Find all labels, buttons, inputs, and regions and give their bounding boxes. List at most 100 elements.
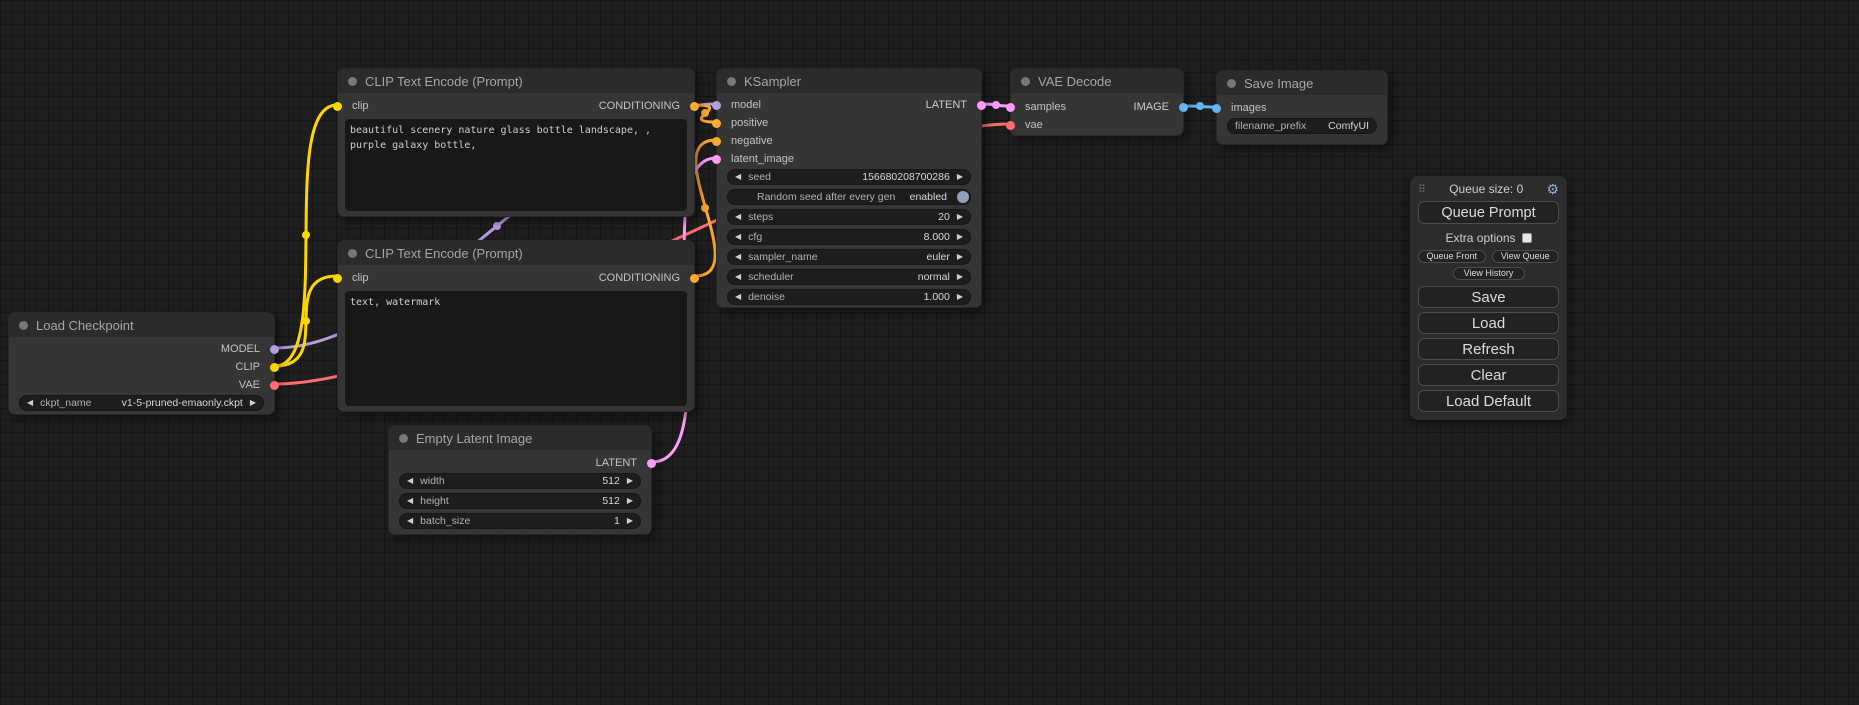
queue-size-label: Queue size: 0 <box>1426 182 1546 196</box>
arrow-left-icon[interactable]: ◀ <box>27 399 33 407</box>
arrow-left-icon[interactable]: ◀ <box>407 517 413 525</box>
widget-value: 156680208700286 <box>862 171 950 183</box>
node-title-label: CLIP Text Encode (Prompt) <box>365 246 523 261</box>
collapse-dot[interactable] <box>19 321 28 330</box>
widget-random-seed-toggle[interactable]: Random seed after every gen enabled <box>727 189 971 205</box>
input-slot-model-dot[interactable] <box>712 101 721 110</box>
view-queue-button[interactable]: View Queue <box>1492 250 1560 263</box>
extra-options-checkbox[interactable] <box>1522 233 1532 243</box>
input-slot-vae-dot[interactable] <box>1006 121 1015 130</box>
arrow-left-icon[interactable]: ◀ <box>407 497 413 505</box>
input-slot-samples-dot[interactable] <box>1006 103 1015 112</box>
widget-filename-prefix[interactable]: filename_prefix ComfyUI <box>1227 118 1377 134</box>
widget-cfg[interactable]: ◀ cfg 8.000 ▶ <box>727 229 971 245</box>
slot-list: MODEL CLIP VAE <box>9 337 274 393</box>
arrow-left-icon[interactable]: ◀ <box>735 173 741 181</box>
arrow-right-icon[interactable]: ▶ <box>957 213 963 221</box>
node-empty-latent-image[interactable]: Empty Latent Image LATENT ◀ width 512 ▶ … <box>388 425 652 535</box>
arrow-left-icon[interactable]: ◀ <box>735 213 741 221</box>
view-history-button[interactable]: View History <box>1453 267 1525 280</box>
arrow-left-icon[interactable]: ◀ <box>735 253 741 261</box>
input-slot-images-dot[interactable] <box>1212 104 1221 113</box>
input-label: clip <box>352 272 369 284</box>
arrow-right-icon[interactable]: ▶ <box>957 273 963 281</box>
clear-button[interactable]: Clear <box>1418 364 1559 386</box>
arrow-left-icon[interactable]: ◀ <box>735 293 741 301</box>
widget-seed[interactable]: ◀ seed 156680208700286 ▶ <box>727 169 971 185</box>
widget-denoise[interactable]: ◀ denoise 1.000 ▶ <box>727 289 971 305</box>
slot-list: samples vae <box>1011 93 1183 133</box>
output-slot-conditioning-dot[interactable] <box>690 102 699 111</box>
widget-width[interactable]: ◀ width 512 ▶ <box>399 473 641 489</box>
input-slot-clip-dot[interactable] <box>333 102 342 111</box>
input-slot-negative-dot[interactable] <box>712 137 721 146</box>
widget-height[interactable]: ◀ height 512 ▶ <box>399 493 641 509</box>
arrow-right-icon[interactable]: ▶ <box>957 233 963 241</box>
widget-scheduler[interactable]: ◀ scheduler normal ▶ <box>727 269 971 285</box>
node-title-label: Empty Latent Image <box>416 431 532 446</box>
output-slot-model-dot[interactable] <box>270 345 279 354</box>
widget-label: cfg <box>748 231 762 243</box>
output-row-clip: CLIP <box>9 359 274 375</box>
input-slot-latent-image-dot[interactable] <box>712 155 721 164</box>
input-row-positive: positive <box>717 115 981 131</box>
gear-icon[interactable]: ⚙ <box>1546 182 1559 196</box>
collapse-dot[interactable] <box>399 434 408 443</box>
widget-sampler-name[interactable]: ◀ sampler_name euler ▶ <box>727 249 971 265</box>
node-clip-text-encode-positive[interactable]: CLIP Text Encode (Prompt) clip CONDITION… <box>337 68 695 217</box>
arrow-right-icon[interactable]: ▶ <box>250 399 256 407</box>
arrow-right-icon[interactable]: ▶ <box>627 497 633 505</box>
input-row-latent-image: latent_image <box>717 151 981 167</box>
seed-toggle-knob[interactable] <box>957 191 969 203</box>
arrow-right-icon[interactable]: ▶ <box>627 517 633 525</box>
input-slot-clip-dot[interactable] <box>333 274 342 283</box>
prompt-textarea[interactable]: beautiful scenery nature glass bottle la… <box>345 119 687 211</box>
slot-list: LATENT <box>389 450 651 471</box>
arrow-right-icon[interactable]: ▶ <box>957 173 963 181</box>
node-clip-text-encode-negative[interactable]: CLIP Text Encode (Prompt) clip CONDITION… <box>337 240 695 412</box>
output-slot-clip-dot[interactable] <box>270 363 279 372</box>
collapse-dot[interactable] <box>348 77 357 86</box>
node-save-image[interactable]: Save Image images filename_prefix ComfyU… <box>1216 70 1388 145</box>
load-button[interactable]: Load <box>1418 312 1559 334</box>
output-row-model: MODEL <box>9 341 274 357</box>
node-load-checkpoint[interactable]: Load Checkpoint MODEL CLIP VAE ◀ ckpt_na… <box>8 312 275 415</box>
arrow-left-icon[interactable]: ◀ <box>407 477 413 485</box>
arrow-right-icon[interactable]: ▶ <box>627 477 633 485</box>
widget-steps[interactable]: ◀ steps 20 ▶ <box>727 209 971 225</box>
arrow-right-icon[interactable]: ▶ <box>957 293 963 301</box>
collapse-dot[interactable] <box>1227 79 1236 88</box>
arrow-left-icon[interactable]: ◀ <box>735 273 741 281</box>
widget-ckpt-name[interactable]: ◀ ckpt_name v1-5-pruned-emaonly.ckpt ▶ <box>19 395 264 411</box>
node-title-label: CLIP Text Encode (Prompt) <box>365 74 523 89</box>
output-row-vae: VAE <box>9 377 274 393</box>
arrow-right-icon[interactable]: ▶ <box>957 253 963 261</box>
output-slot-conditioning-dot[interactable] <box>690 274 699 283</box>
node-title-label: VAE Decode <box>1038 74 1111 89</box>
slot-list: clip CONDITIONING <box>338 265 694 286</box>
input-label: images <box>1231 102 1266 114</box>
queue-front-button[interactable]: Queue Front <box>1418 250 1486 263</box>
widget-batch-size[interactable]: ◀ batch_size 1 ▶ <box>399 513 641 529</box>
save-button[interactable]: Save <box>1418 286 1559 308</box>
prompt-textarea[interactable]: text, watermark <box>345 291 687 406</box>
output-slot-vae-dot[interactable] <box>270 381 279 390</box>
collapse-dot[interactable] <box>727 77 736 86</box>
drag-handle-icon[interactable]: ⠿ <box>1418 183 1426 196</box>
load-default-button[interactable]: Load Default <box>1418 390 1559 412</box>
arrow-left-icon[interactable]: ◀ <box>735 233 741 241</box>
output-slot-latent-dot[interactable] <box>647 459 656 468</box>
node-vae-decode[interactable]: VAE Decode IMAGE samples vae <box>1010 68 1184 136</box>
widget-label: scheduler <box>748 271 794 283</box>
collapse-dot[interactable] <box>348 249 357 258</box>
collapse-dot[interactable] <box>1021 77 1030 86</box>
queue-prompt-button[interactable]: Queue Prompt <box>1418 201 1559 224</box>
node-title-bar: Load Checkpoint <box>9 313 274 337</box>
node-ksampler[interactable]: KSampler LATENT model positive negative … <box>716 68 982 308</box>
input-slot-positive-dot[interactable] <box>712 119 721 128</box>
widget-value: 8.000 <box>924 231 950 243</box>
widget-value: 1.000 <box>924 291 950 303</box>
slot-list: clip CONDITIONING <box>338 93 694 114</box>
queue-buttons-row: Queue Front View Queue <box>1418 250 1559 263</box>
refresh-button[interactable]: Refresh <box>1418 338 1559 360</box>
